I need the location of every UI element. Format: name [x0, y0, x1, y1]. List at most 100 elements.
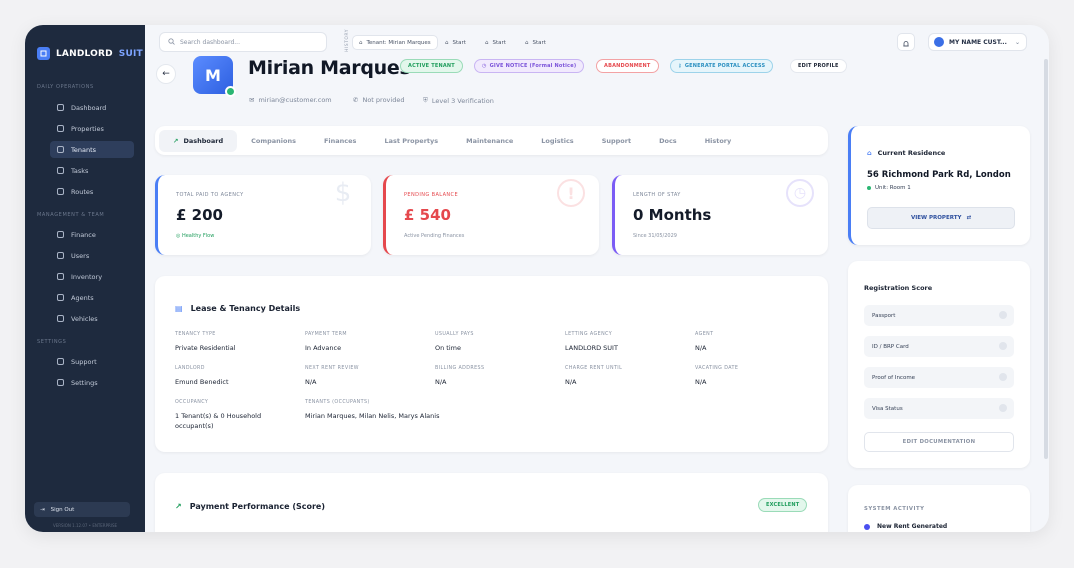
registration-score-title: Registration Score [864, 284, 933, 292]
clock-icon: ◷ [482, 63, 487, 69]
dashboard-icon [57, 104, 64, 111]
doc-visa-status[interactable]: Visa Status [864, 398, 1014, 419]
brand-logo[interactable]: LANDLORD SUIT [37, 47, 143, 60]
occupancy-value: 1 Tenant(s) & 0 Household occupant(s) [175, 412, 262, 430]
next-rent-review-value: N/A [305, 378, 317, 386]
sidebar-item-routes[interactable]: Routes [50, 183, 134, 200]
top-tab-start-1[interactable]: ⌂ Start [439, 35, 472, 50]
sidebar-item-support[interactable]: Support [50, 353, 134, 370]
sidebar-item-tasks[interactable]: Tasks [50, 162, 134, 179]
view-property-button[interactable]: VIEW PROPERTY ⇄ [867, 207, 1015, 229]
sidebar-item-tenants[interactable]: Tenants [50, 141, 134, 158]
sidebar-item-vehicles[interactable]: Vehicles [50, 310, 134, 327]
give-notice-button[interactable]: ◷ GIVE NOTICE (Formal Notice) [474, 59, 585, 73]
payment-performance-card: ↗ Payment Performance (Score) EXCELLENT [155, 473, 828, 532]
tab-finances[interactable]: Finances [310, 130, 370, 152]
sidebar-item-agents[interactable]: Agents [50, 289, 134, 306]
pending-check-icon [999, 311, 1007, 319]
trend-up-icon: ↗ [173, 136, 179, 145]
pending-check-icon [999, 404, 1007, 412]
map-icon [57, 188, 64, 195]
clock-icon: ◷ [786, 179, 814, 207]
building-icon [57, 125, 64, 132]
home-icon: ⌂ [867, 149, 872, 157]
swap-icon: ⇄ [966, 215, 972, 221]
sidebar-item-users[interactable]: Users [50, 247, 134, 264]
brand-main: LANDLORD [56, 48, 113, 59]
tenants-occupants-value: Mirian Marques, Milan Nelis, Marys Alani… [305, 412, 440, 420]
stat-card-total-paid: TOTAL PAID TO AGENCY £ 200 ◎ Healthy Flo… [155, 175, 371, 255]
alert-icon: ! [557, 179, 585, 207]
activity-dot-icon [864, 523, 870, 530]
page-scrollbar[interactable] [1044, 59, 1048, 459]
letting-agency-value: LANDLORD SUIT [565, 344, 618, 352]
help-icon [57, 358, 64, 365]
version-label: VERSION 1.12.07 • ENTERPRISE [52, 523, 118, 528]
sidebar-item-finance[interactable]: Finance [50, 226, 134, 243]
sidebar-item-properties[interactable]: Properties [50, 120, 134, 137]
pending-check-icon [999, 342, 1007, 350]
stat-card-length-of-stay: LENGTH OF STAY 0 Months Since 31/05/2029… [612, 175, 828, 255]
payment-term-value: In Advance [305, 344, 342, 352]
tab-last-propertys[interactable]: Last Propertys [370, 130, 452, 152]
top-tab-tenant[interactable]: ⌂ Tenant: Mirian Marques [352, 35, 438, 50]
charge-rent-until-value: N/A [565, 378, 577, 386]
tenant-avatar: M [193, 56, 236, 97]
history-label: HISTORY [345, 29, 350, 52]
generate-portal-access-button[interactable]: ⚷ GENERATE PORTAL ACCESS [670, 59, 774, 73]
notifications-button[interactable] [897, 33, 915, 51]
tenant-name: Mirian Marques [248, 57, 411, 79]
registration-score-card: Registration Score Passport ID / BRP Car… [848, 261, 1030, 468]
current-residence-title: ⌂ Current Residence [867, 149, 946, 157]
tab-maintenance[interactable]: Maintenance [452, 130, 527, 152]
sidebar-item-settings[interactable]: Settings [50, 374, 134, 391]
tab-companions[interactable]: Companions [237, 130, 310, 152]
vacating-date-value: N/A [695, 378, 707, 386]
section-management-team: MANAGEMENT & TEAM [37, 212, 105, 218]
total-paid-value: £ 200 [176, 206, 223, 224]
search-icon [168, 37, 175, 47]
logout-icon: ⇥ [40, 506, 45, 513]
user-menu[interactable]: MY NAME CUST... ⌄ [928, 33, 1027, 51]
dollar-icon: $ [334, 178, 352, 208]
app-window: LANDLORD SUIT DAILY OPERATIONS Dashboard … [25, 25, 1049, 532]
building-logo-icon [37, 47, 50, 60]
sidebar-item-inventory[interactable]: Inventory [50, 268, 134, 285]
home-icon: ⌂ [359, 39, 363, 46]
edit-documentation-button[interactable]: EDIT DOCUMENTATION [864, 432, 1014, 452]
search-input[interactable]: Search dashboard... [159, 32, 327, 52]
agent-value: N/A [695, 344, 707, 352]
lease-details-card: ▤ Lease & Tenancy Details TENANCY TYPE Pr… [155, 276, 828, 452]
activity-item[interactable]: New Rent Generated [864, 523, 947, 530]
healthy-flow-label: ◎ Healthy Flow [176, 233, 215, 239]
top-tab-start-3[interactable]: ⌂ Start [519, 35, 552, 50]
tenant-email[interactable]: ✉ mirian@customer.com [249, 96, 332, 104]
back-button[interactable]: ← [156, 64, 176, 84]
doc-passport[interactable]: Passport [864, 305, 1014, 326]
doc-proof-of-income[interactable]: Proof of Income [864, 367, 1014, 388]
tab-docs[interactable]: Docs [645, 130, 691, 152]
tab-support[interactable]: Support [588, 130, 645, 152]
phone-icon: ✆ [353, 96, 359, 104]
tab-dashboard[interactable]: ↗ Dashboard [159, 129, 238, 152]
tab-logistics[interactable]: Logistics [527, 130, 587, 152]
tab-history[interactable]: History [691, 130, 746, 152]
section-settings: SETTINGS [37, 339, 67, 345]
abandonment-button[interactable]: ABANDONMENT [596, 59, 659, 73]
shield-check-icon: ⛨ [423, 96, 428, 104]
sidebar-item-dashboard[interactable]: Dashboard [50, 99, 134, 116]
online-status-icon [225, 86, 236, 97]
arrow-left-icon: ← [162, 69, 170, 79]
profile-tabs: ↗ Dashboard Companions Finances Last Prop… [155, 126, 828, 155]
top-tab-start-2[interactable]: ⌂ Start [479, 35, 512, 50]
active-tenant-badge: ACTIVE TENANT [400, 59, 463, 73]
home-icon: ⌂ [525, 39, 529, 46]
billing-address-value: N/A [435, 378, 447, 386]
home-icon: ⌂ [485, 39, 489, 46]
doc-id-brp-card[interactable]: ID / BRP Card [864, 336, 1014, 357]
lease-title: ▤ Lease & Tenancy Details [175, 304, 301, 313]
avatar [934, 37, 944, 47]
sign-out-button[interactable]: ⇥ Sign Out [34, 502, 130, 517]
edit-profile-button[interactable]: EDIT PROFILE [790, 59, 847, 73]
gear-icon [57, 379, 64, 386]
